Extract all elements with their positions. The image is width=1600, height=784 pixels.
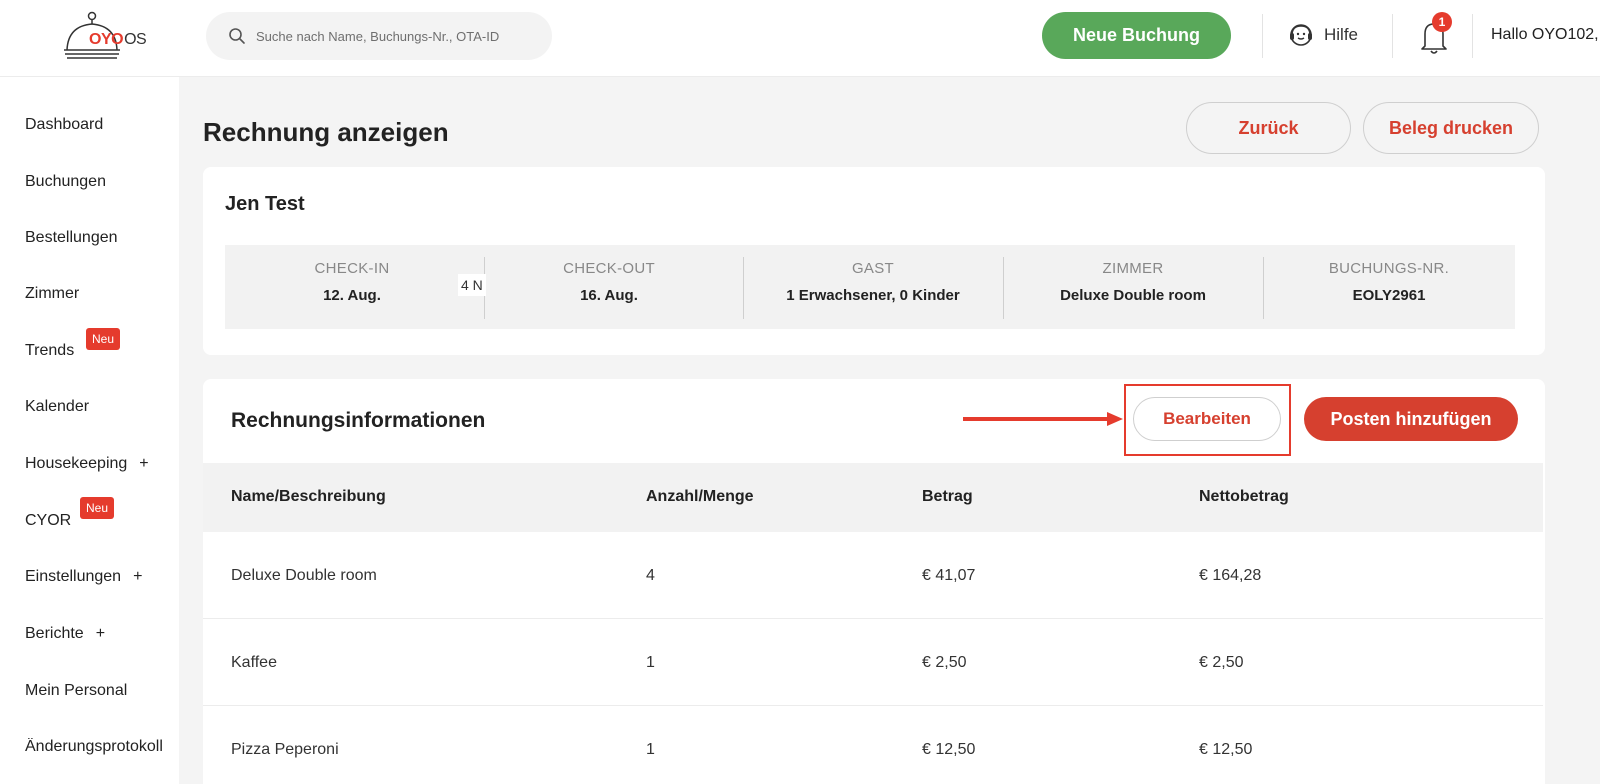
search-icon <box>229 28 245 44</box>
nights-count: 4 N <box>458 274 486 296</box>
column-header: Betrag <box>922 488 973 505</box>
field-value: EOLY2961 <box>1352 287 1426 304</box>
edit-button[interactable]: Bearbeiten <box>1133 397 1281 441</box>
booking-summary-card: Jen Test CHECK-IN 12. Aug. 4 N CHECK-OUT… <box>203 167 1545 355</box>
sidebar-item-changelog[interactable]: Änderungsprotokoll <box>25 738 179 756</box>
cell-amount: € 41,07 <box>922 567 976 584</box>
guest-name: Jen Test <box>225 193 305 215</box>
cell-net-amount: € 2,50 <box>1199 654 1244 671</box>
logo-os: OS <box>124 31 147 48</box>
field-value: Deluxe Double room <box>1060 287 1206 304</box>
sidebar-item-orders[interactable]: Bestellungen <box>25 229 118 247</box>
invoice-card: Rechnungsinformationen Bearbeiten Posten… <box>203 379 1545 784</box>
page-title: Rechnung anzeigen <box>203 117 449 147</box>
table-header: Name/Beschreibung Anzahl/Menge Betrag Ne… <box>203 463 1543 532</box>
logo-text: OYOOS <box>89 31 147 49</box>
cell-amount: € 2,50 <box>922 654 967 671</box>
stay-details: CHECK-IN 12. Aug. 4 N CHECK-OUT 16. Aug.… <box>225 245 1515 329</box>
expand-plus-icon: + <box>95 625 106 642</box>
guest-field: GAST 1 Erwachsener, 0 Kinder <box>743 260 1003 304</box>
sidebar-item-reports[interactable]: Berichte + <box>25 625 105 643</box>
sidebar-item-dashboard[interactable]: Dashboard <box>25 116 103 134</box>
cell-quantity: 1 <box>646 741 655 758</box>
arrow-icon <box>963 412 1123 426</box>
expand-plus-icon: + <box>139 455 149 472</box>
logo-oyo: OYO <box>89 31 124 48</box>
notification-badge: 1 <box>1432 12 1452 32</box>
field-value: 12. Aug. <box>323 287 381 304</box>
new-badge: Neu <box>80 497 115 519</box>
table-row[interactable]: Deluxe Double room 4 € 41,07 € 164,28 <box>203 532 1543 619</box>
column-header: Nettobetrag <box>1199 488 1289 505</box>
cell-description: Deluxe Double room <box>231 567 377 584</box>
help-link[interactable]: Hilfe <box>1288 22 1358 48</box>
checkin-field: CHECK-IN 12. Aug. <box>225 260 479 304</box>
sidebar-item-calendar[interactable]: Kalender <box>25 398 89 416</box>
header-divider <box>1392 14 1393 58</box>
sidebar-item-trends[interactable]: Trends <box>25 342 74 360</box>
cell-net-amount: € 164,28 <box>1199 567 1262 584</box>
sidebar-item-housekeeping[interactable]: Housekeeping + <box>25 455 149 473</box>
new-badge: Neu <box>86 328 121 350</box>
sidebar-item-staff[interactable]: Mein Personal <box>25 682 127 700</box>
sidebar-item-label: Housekeeping <box>25 455 128 472</box>
sidebar-item-label: Einstellungen <box>25 568 122 585</box>
field-value: 16. Aug. <box>580 287 638 304</box>
sidebar-item-rooms[interactable]: Zimmer <box>25 285 79 303</box>
field-label: ZIMMER <box>1102 260 1164 277</box>
header-divider <box>1472 14 1473 58</box>
oyo-os-logo[interactable]: OYOOS <box>62 10 162 64</box>
search-bar[interactable] <box>206 12 552 60</box>
header-divider <box>1262 14 1263 58</box>
checkout-field: CHECK-OUT 16. Aug. <box>484 260 734 304</box>
sidebar-item-bookings[interactable]: Buchungen <box>25 173 106 191</box>
top-header: OYOOS Neue Buchung Hilfe 1 Hallo OYO102, <box>0 0 1600 77</box>
cell-amount: € 12,50 <box>922 741 976 758</box>
sidebar-item-cyor[interactable]: CYOR <box>25 512 71 530</box>
cell-description: Pizza Peperoni <box>231 741 339 758</box>
back-button[interactable]: Zurück <box>1186 102 1351 154</box>
field-label: BUCHUNGS-NR. <box>1328 260 1450 277</box>
help-label: Hilfe <box>1324 25 1359 44</box>
invoice-section-title: Rechnungsinformationen <box>231 409 486 432</box>
cell-net-amount: € 12,50 <box>1199 741 1253 758</box>
new-booking-button[interactable]: Neue Buchung <box>1042 12 1231 59</box>
sidebar-item-label: Berichte <box>25 625 84 642</box>
column-header: Name/Beschreibung <box>231 488 386 505</box>
cell-quantity: 1 <box>646 654 655 671</box>
field-label: GAST <box>851 260 895 277</box>
search-input[interactable] <box>256 28 546 44</box>
sidebar-item-settings[interactable]: Einstellungen + <box>25 568 142 586</box>
field-label: CHECK-OUT <box>563 260 655 277</box>
print-receipt-button[interactable]: Beleg drucken <box>1363 102 1539 154</box>
user-greeting[interactable]: Hallo OYO102, <box>1491 26 1600 44</box>
field-label: CHECK-IN <box>314 260 390 277</box>
column-header: Anzahl/Menge <box>646 488 754 505</box>
room-field: ZIMMER Deluxe Double room <box>1003 260 1263 304</box>
help-icon <box>1290 24 1312 46</box>
cell-quantity: 4 <box>646 567 655 584</box>
table-row[interactable]: Kaffee 1 € 2,50 € 2,50 <box>203 619 1543 706</box>
cell-description: Kaffee <box>231 654 277 671</box>
booking-number-field: BUCHUNGS-NR. EOLY2961 <box>1263 260 1515 304</box>
expand-plus-icon: + <box>133 568 143 585</box>
add-item-button[interactable]: Posten hinzufügen <box>1304 397 1518 441</box>
field-value: 1 Erwachsener, 0 Kinder <box>786 287 960 304</box>
table-row[interactable]: Pizza Peperoni 1 € 12,50 € 12,50 <box>203 706 1543 784</box>
